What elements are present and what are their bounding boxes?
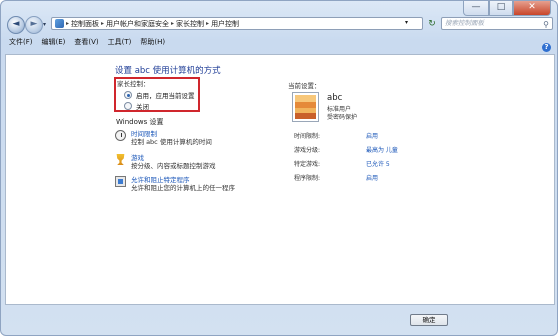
clock-icon — [115, 130, 126, 141]
navigation-bar: ◄ ► ▾ ▸ 控制面板 ▸ 用户帐户和家庭安全 ▸ 家长控制 ▸ 用户控制 ▾… — [5, 15, 553, 35]
menu-view[interactable]: 查看(V) — [74, 37, 98, 47]
programs-option: 允许和阻止特定程序 允许和阻止您的计算机上的任一程序 — [115, 176, 235, 192]
breadcrumb-separator-icon[interactable]: ▸ — [206, 20, 209, 27]
setting-value[interactable]: 最高为 儿童 — [366, 145, 398, 154]
avatar — [292, 92, 319, 122]
setting-key: 时间限制: — [294, 133, 321, 140]
breadcrumb-user-accounts[interactable]: 用户帐户和家庭安全 — [106, 19, 169, 29]
avatar-picture — [295, 95, 316, 119]
setting-value[interactable]: 启用 — [366, 173, 378, 182]
radio-enable-label: 启用，应用当前设置 — [136, 92, 195, 100]
games-link[interactable]: 游戏 — [131, 154, 216, 162]
programs-link[interactable]: 允许和阻止特定程序 — [131, 176, 235, 184]
refresh-icon[interactable]: ↻ — [426, 18, 438, 30]
windows-settings-heading: Windows 设置 — [116, 118, 164, 126]
help-icon[interactable]: ? — [542, 43, 551, 52]
game-icon — [116, 154, 125, 165]
history-dropdown-icon[interactable]: ▾ — [43, 21, 46, 28]
menu-tools[interactable]: 工具(T) — [108, 37, 132, 47]
maximize-button[interactable]: □ — [489, 1, 513, 16]
address-dropdown-icon[interactable]: ▾ — [405, 19, 408, 26]
breadcrumb-user-controls[interactable]: 用户控制 — [211, 19, 239, 29]
forward-button[interactable]: ► — [25, 16, 43, 34]
menu-file[interactable]: 文件(F) — [9, 37, 33, 47]
games-option: 游戏 按分级、内容或标题控制游戏 — [115, 154, 216, 170]
user-password-status: 受密码保护 — [327, 114, 358, 121]
radio-enable-button[interactable] — [124, 91, 132, 99]
control-panel-icon — [55, 19, 64, 28]
radio-off-button[interactable] — [124, 102, 132, 110]
search-icon[interactable]: ⚲ — [543, 19, 549, 30]
breadcrumb-separator-icon[interactable]: ▸ — [101, 20, 104, 27]
search-placeholder: 搜索控制面板 — [445, 19, 484, 27]
menu-bar: 文件(F) 编辑(E) 查看(V) 工具(T) 帮助(H) — [2, 37, 556, 47]
back-button[interactable]: ◄ — [7, 16, 25, 34]
radio-enable[interactable]: 启用，应用当前设置 — [124, 90, 195, 100]
current-settings-label: 当前设置： — [288, 82, 321, 90]
setting-value[interactable]: 已允许 5 — [366, 159, 390, 168]
program-icon — [115, 176, 126, 187]
user-name: abc — [327, 93, 343, 103]
close-button[interactable]: ✕ — [513, 1, 551, 16]
page-title: 设置 abc 使用计算机的方式 — [115, 66, 221, 76]
breadcrumb-separator-icon[interactable]: ▸ — [171, 20, 174, 27]
games-desc: 按分级、内容或标题控制游戏 — [131, 162, 216, 170]
ok-button[interactable]: 确定 — [410, 314, 448, 326]
programs-desc: 允许和阻止您的计算机上的任一程序 — [131, 184, 235, 192]
setting-key: 游戏分级: — [294, 147, 321, 154]
time-limits-link[interactable]: 时间限制 — [131, 130, 212, 138]
parental-controls-label: 家长控制： — [117, 80, 150, 88]
window: — □ ✕ ◄ ► ▾ ▸ 控制面板 ▸ 用户帐户和家庭安全 ▸ 家长控制 ▸ … — [0, 0, 558, 336]
window-controls: — □ ✕ — [463, 1, 551, 16]
minimize-button[interactable]: — — [463, 1, 489, 16]
time-limits-desc: 控制 abc 使用计算机的时间 — [131, 138, 212, 146]
setting-key: 程序限制: — [294, 175, 321, 182]
breadcrumb-separator-icon[interactable]: ▸ — [66, 20, 69, 27]
breadcrumb-control-panel[interactable]: 控制面板 — [71, 19, 99, 29]
radio-off[interactable]: 关闭 — [124, 101, 149, 111]
address-bar[interactable]: ▸ 控制面板 ▸ 用户帐户和家庭安全 ▸ 家长控制 ▸ 用户控制 ▾ — [51, 17, 423, 30]
setting-key: 特定游戏: — [294, 161, 321, 168]
menu-edit[interactable]: 编辑(E) — [42, 37, 66, 47]
search-input[interactable]: 搜索控制面板 ⚲ — [441, 17, 553, 30]
radio-off-label: 关闭 — [136, 103, 149, 111]
setting-value[interactable]: 启用 — [366, 131, 378, 140]
time-limits-option: 时间限制 控制 abc 使用计算机的时间 — [115, 130, 212, 146]
content-pane: 设置 abc 使用计算机的方式 家长控制： 启用，应用当前设置 关闭 Windo… — [5, 54, 555, 305]
menu-help[interactable]: 帮助(H) — [140, 37, 165, 47]
breadcrumb-parental-controls[interactable]: 家长控制 — [176, 19, 204, 29]
